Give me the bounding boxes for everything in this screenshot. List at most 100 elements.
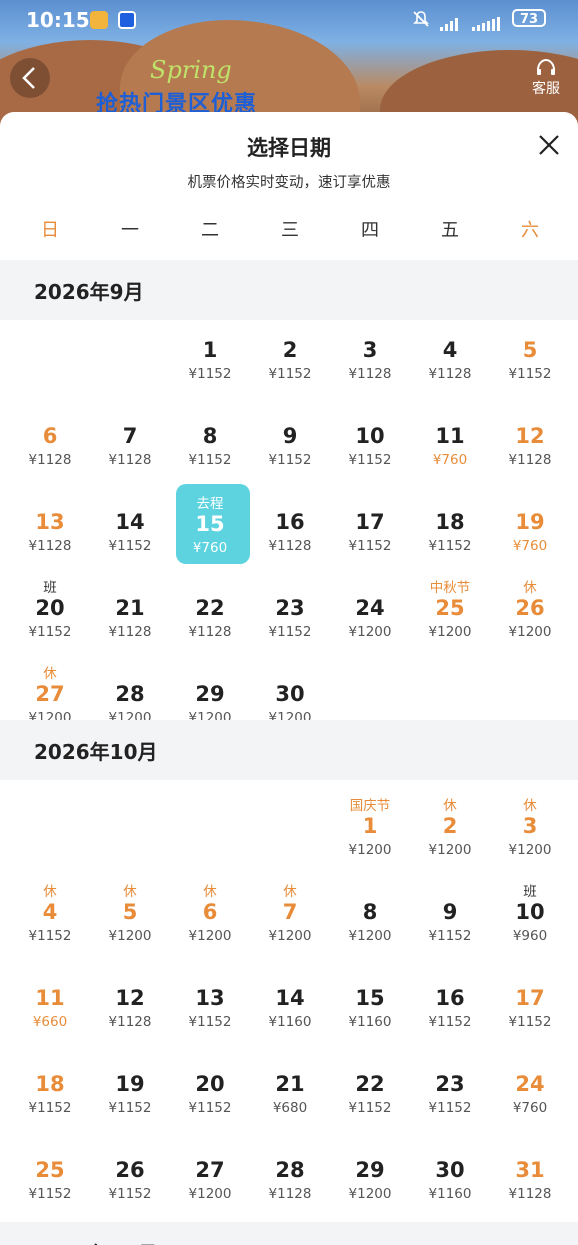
holiday-label: 国庆节 (349, 798, 391, 814)
calendar-day[interactable]: 22 ¥1128 (170, 570, 250, 656)
calendar-day[interactable]: 休 3 ¥1200 (490, 788, 570, 874)
calendar-day[interactable]: 11 ¥760 (410, 398, 490, 484)
holiday-label: 休 (123, 884, 137, 900)
day-price: ¥1128 (348, 366, 392, 382)
date-picker-sheet: 选择日期 机票价格实时变动，速订享优惠 日 一 二 三 四 五 六 2026年9月 1 ¥115… (0, 112, 578, 1245)
calendar-day[interactable]: 27 ¥1200 (170, 1132, 250, 1218)
calendar-day[interactable]: 20 ¥1152 (170, 1046, 250, 1132)
status-bar: 10:15 73 (0, 0, 578, 40)
calendar-day[interactable]: 25 ¥1152 (10, 1132, 90, 1218)
calendar-day[interactable]: 4 ¥1128 (410, 312, 490, 398)
trip-label: 去程 (196, 496, 224, 512)
day-number: 16 (435, 986, 465, 1010)
customer-service-button[interactable]: 客服 (526, 58, 566, 98)
calendar-day[interactable]: 12 ¥1128 (90, 960, 170, 1046)
calendar-day[interactable]: 19 ¥1152 (90, 1046, 170, 1132)
day-price: ¥760 (512, 1100, 548, 1116)
calendar-day[interactable]: 中秋节 25 ¥1200 (410, 570, 490, 656)
day-number: 11 (435, 424, 465, 448)
calendar-day[interactable]: 9 ¥1152 (250, 398, 330, 484)
calendar-day[interactable]: 7 ¥1128 (90, 398, 170, 484)
calendar-day[interactable]: 3 ¥1128 (330, 312, 410, 398)
day-price: ¥1152 (428, 1014, 472, 1030)
weekday-label: 五 (441, 220, 459, 241)
day-number: 6 (202, 900, 218, 924)
calendar-day[interactable]: 30 ¥1160 (410, 1132, 490, 1218)
day-price: ¥1200 (348, 928, 392, 944)
calendar-day[interactable]: 28 ¥1128 (250, 1132, 330, 1218)
holiday-label: 休 (523, 798, 537, 814)
day-number: 9 (282, 424, 298, 448)
calendar-day[interactable]: 5 ¥1152 (490, 312, 570, 398)
day-price: ¥1152 (348, 452, 392, 468)
calendar-day[interactable]: 休 4 ¥1152 (10, 874, 90, 960)
calendar-day[interactable]: 班 20 ¥1152 (10, 570, 90, 656)
day-price: ¥1152 (108, 1100, 152, 1116)
calendar-day-selected[interactable]: 去程 15 ¥760 (170, 484, 250, 570)
calendar-day[interactable]: 休 7 ¥1200 (250, 874, 330, 960)
day-number: 4 (442, 338, 458, 362)
calendar-day[interactable]: 13 ¥1152 (170, 960, 250, 1046)
calendar-day[interactable]: 2 ¥1152 (250, 312, 330, 398)
calendar-day[interactable]: 休 5 ¥1200 (90, 874, 170, 960)
day-price: ¥1200 (348, 1186, 392, 1202)
day-price: ¥1128 (188, 624, 232, 640)
calendar-day[interactable]: 休 2 ¥1200 (410, 788, 490, 874)
day-number: 19 (515, 510, 545, 534)
calendar-day[interactable]: 9 ¥1152 (410, 874, 490, 960)
day-number: 8 (202, 424, 218, 448)
calendar-day[interactable]: 26 ¥1152 (90, 1132, 170, 1218)
calendar-day[interactable]: 8 ¥1152 (170, 398, 250, 484)
holiday-label: 休 (523, 580, 537, 596)
calendar-day[interactable]: 24 ¥1200 (330, 570, 410, 656)
calendar-day[interactable]: 18 ¥1152 (10, 1046, 90, 1132)
calendar-day[interactable]: 17 ¥1152 (490, 960, 570, 1046)
calendar-day[interactable]: 班 10 ¥960 (490, 874, 570, 960)
calendar-day[interactable]: 6 ¥1128 (10, 398, 90, 484)
day-number: 15 (355, 986, 385, 1010)
calendar-day[interactable]: 31 ¥1128 (490, 1132, 570, 1218)
calendar-day[interactable]: 18 ¥1152 (410, 484, 490, 570)
calendar-day[interactable]: 21 ¥1128 (90, 570, 170, 656)
day-number: 2 (442, 814, 458, 838)
calendar-day[interactable]: 22 ¥1152 (330, 1046, 410, 1132)
calendar-day[interactable]: 24 ¥760 (490, 1046, 570, 1132)
calendar-day[interactable]: 13 ¥1128 (10, 484, 90, 570)
calendar-day[interactable]: 休 6 ¥1200 (170, 874, 250, 960)
day-price: ¥1152 (28, 1100, 72, 1116)
day-number: 7 (282, 900, 298, 924)
calendar-day[interactable]: 1 ¥1152 (170, 312, 250, 398)
day-number: 24 (355, 596, 385, 620)
calendar-day[interactable]: 12 ¥1128 (490, 398, 570, 484)
calendar-day[interactable]: 17 ¥1152 (330, 484, 410, 570)
calendar-day[interactable]: 16 ¥1152 (410, 960, 490, 1046)
calendar-day[interactable]: 8 ¥1200 (330, 874, 410, 960)
day-number: 20 (195, 1072, 225, 1096)
calendar-day[interactable]: 23 ¥1152 (410, 1046, 490, 1132)
weekday-label: 六 (521, 220, 539, 241)
calendar-day[interactable]: 29 ¥1200 (330, 1132, 410, 1218)
calendar-day[interactable]: 休 26 ¥1200 (490, 570, 570, 656)
calendar-day[interactable]: 19 ¥760 (490, 484, 570, 570)
day-number: 25 (35, 1158, 65, 1182)
day-number: 1 (362, 814, 378, 838)
day-number: 10 (515, 900, 545, 924)
day-price: ¥760 (192, 540, 228, 556)
day-number: 19 (115, 1072, 145, 1096)
day-price: ¥1160 (268, 1014, 312, 1030)
calendar-day[interactable]: 14 ¥1152 (90, 484, 170, 570)
calendar-day[interactable]: 11 ¥660 (10, 960, 90, 1046)
day-number: 10 (355, 424, 385, 448)
calendar-day[interactable]: 21 ¥680 (250, 1046, 330, 1132)
day-price: ¥1152 (28, 1186, 72, 1202)
calendar-day[interactable]: 10 ¥1152 (330, 398, 410, 484)
calendar-day[interactable]: 23 ¥1152 (250, 570, 330, 656)
close-button[interactable] (536, 132, 562, 158)
calendar-day[interactable]: 16 ¥1128 (250, 484, 330, 570)
back-button[interactable] (10, 58, 50, 98)
day-number: 9 (442, 900, 458, 924)
day-price: ¥1152 (428, 928, 472, 944)
calendar-day[interactable]: 14 ¥1160 (250, 960, 330, 1046)
calendar-day[interactable]: 15 ¥1160 (330, 960, 410, 1046)
calendar-day[interactable]: 国庆节 1 ¥1200 (330, 788, 410, 874)
